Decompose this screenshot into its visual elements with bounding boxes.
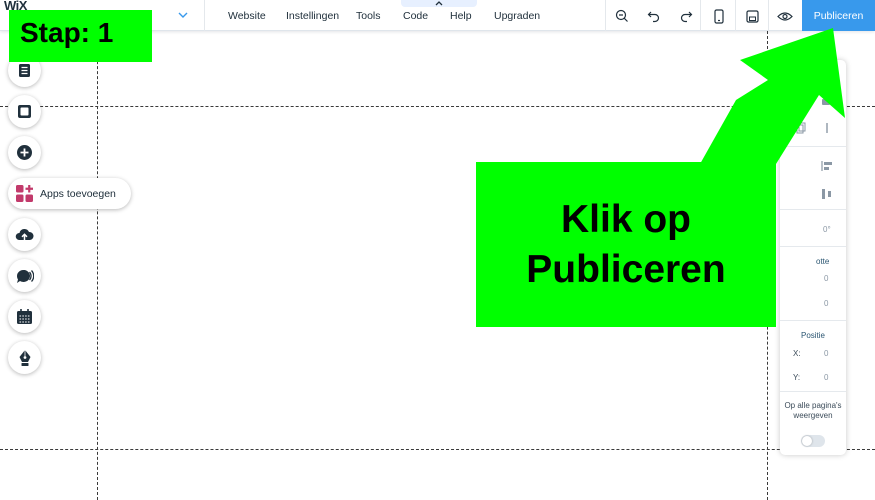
grid-guide-left [97, 31, 98, 500]
zoom-out-icon[interactable] [612, 6, 632, 26]
menu-code[interactable]: Code [403, 10, 428, 22]
undo-icon[interactable] [644, 6, 664, 26]
show-all-pages-toggle[interactable] [801, 435, 825, 447]
background-button[interactable] [8, 95, 41, 128]
panel-divider [780, 146, 846, 147]
x-value[interactable]: 0 [824, 349, 828, 358]
chat-icon [16, 269, 34, 283]
grid-guide-bottom [0, 449, 875, 450]
copy-icon[interactable] [796, 122, 806, 134]
publish-button[interactable]: Publiceren [802, 0, 875, 31]
menu-help[interactable]: Help [450, 10, 472, 22]
editor-stage: WiX Website Instellingen Tools Code Help… [0, 0, 875, 500]
panel-divider [780, 209, 846, 210]
menu-upgrade[interactable]: Upgraden [494, 10, 540, 22]
topbar-divider [700, 0, 701, 31]
chat-button[interactable] [8, 259, 41, 292]
lock-icon[interactable] [820, 94, 832, 106]
y-label: Y: [793, 373, 801, 382]
delete-icon[interactable] [824, 122, 830, 134]
calendar-button[interactable] [8, 300, 41, 333]
instruction-line-1: Klik op [560, 197, 691, 241]
calendar-icon [17, 309, 32, 324]
pages-icon [19, 64, 30, 77]
close-icon[interactable]: ✕ [830, 66, 839, 79]
upload-button[interactable] [8, 218, 41, 251]
menu-website[interactable]: Website [228, 10, 266, 22]
add-button[interactable] [8, 136, 41, 169]
size-heading: otte [816, 257, 830, 266]
grid-guide-top [0, 106, 875, 107]
rotation-value[interactable]: 0° [823, 225, 831, 234]
panel-divider [780, 320, 846, 321]
inspector-panel: ✕ 0° otte 0 0 Positie X: 0 Y: 0 Op alle … [780, 60, 846, 455]
mobile-view-icon[interactable] [709, 6, 729, 26]
add-apps-button[interactable]: Apps toevoegen [8, 178, 131, 209]
panel-divider [780, 246, 846, 247]
topbar-divider [204, 0, 205, 31]
pen-button[interactable] [8, 341, 41, 374]
redo-icon[interactable] [676, 6, 696, 26]
collapse-topbar-tab[interactable] [401, 0, 477, 7]
background-icon [18, 105, 31, 118]
menu-tools[interactable]: Tools [356, 10, 381, 22]
align-icon[interactable] [820, 160, 834, 172]
apps-icon [16, 185, 33, 202]
position-heading: Positie [800, 331, 825, 340]
save-icon[interactable] [742, 6, 762, 26]
width-value[interactable]: 0 [824, 274, 828, 283]
panel-divider [780, 391, 846, 392]
upload-icon [15, 228, 34, 241]
chevron-down-icon[interactable] [176, 9, 190, 21]
instruction-line-2: Publiceren [526, 247, 726, 291]
menu-settings[interactable]: Instellingen [286, 10, 339, 22]
show-all-pages-label: Op alle pagina's weergeven [784, 401, 842, 420]
y-value[interactable]: 0 [824, 373, 828, 382]
height-value[interactable]: 0 [824, 299, 828, 308]
pen-icon [19, 349, 30, 366]
preview-icon[interactable] [775, 6, 795, 26]
step-badge: Stap: 1 [9, 10, 152, 62]
topbar-divider [605, 0, 606, 31]
add-apps-label: Apps toevoegen [40, 187, 116, 200]
chevron-up-icon [435, 1, 443, 6]
topbar-divider [735, 0, 736, 31]
x-label: X: [793, 349, 801, 358]
instruction-callout: Klik op Publiceren [476, 162, 776, 327]
distribute-icon[interactable] [820, 187, 834, 201]
topbar-divider [768, 0, 769, 31]
add-icon [17, 145, 32, 160]
